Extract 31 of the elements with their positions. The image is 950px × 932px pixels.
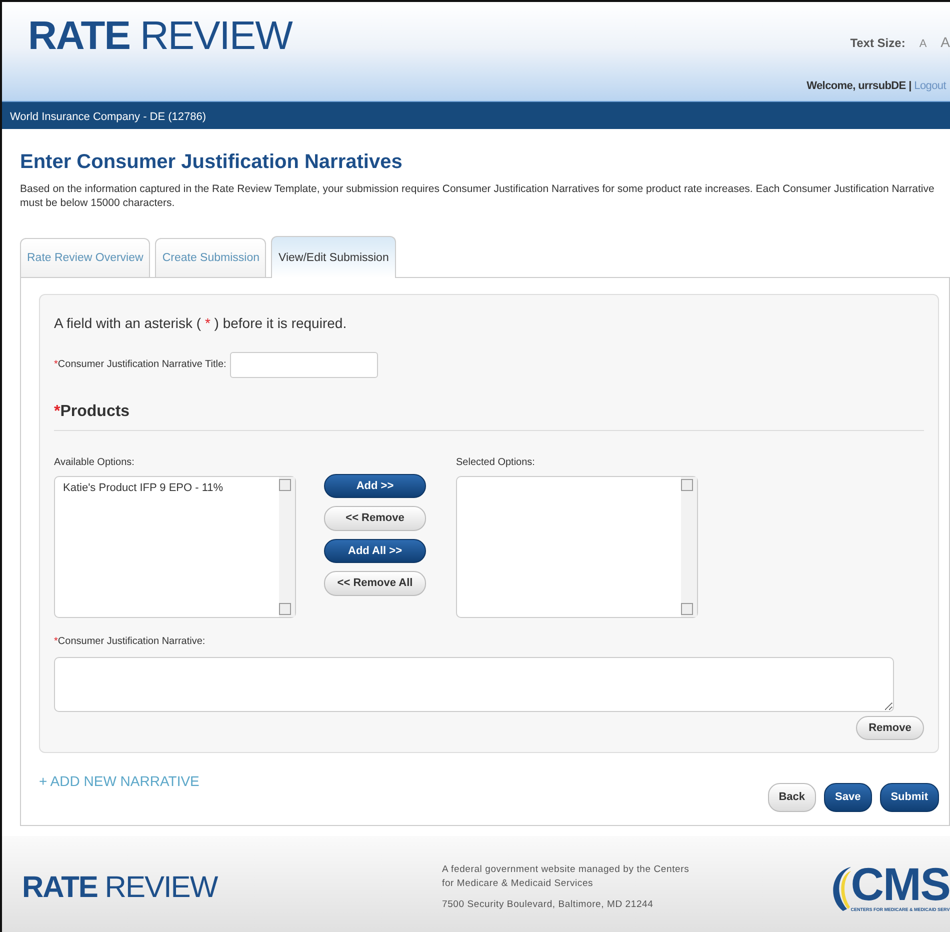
site-logo: RATE REVIEW — [28, 16, 292, 56]
narrative-textarea[interactable] — [54, 656, 894, 712]
action-button[interactable]: Submit — [880, 783, 939, 812]
action-button[interactable]: Back — [768, 783, 816, 812]
required-note: A field with an asterisk ( * ) before it is required. — [54, 314, 348, 333]
action-button[interactable]: Save — [824, 783, 872, 812]
listbox[interactable]: Katie's Product IFP 9 EPO - 11% — [54, 476, 296, 618]
field-label: *Consumer Justification Narrative: — [54, 634, 206, 649]
cms-logo-text: CMS — [850, 861, 950, 908]
field-label: *Consumer Justification Narrative Title: — [54, 358, 226, 372]
text-size-label: Text Size: — [850, 35, 906, 52]
footer-logo: RATE REVIEW — [22, 872, 219, 903]
organization-bar: World Insurance Company - DE (12786) — [2, 101, 950, 129]
listbox[interactable] — [456, 476, 698, 618]
title-input[interactable] — [230, 352, 378, 378]
list-option[interactable]: Katie's Product IFP 9 EPO - 11% — [63, 480, 271, 496]
section-heading: *Products — [54, 400, 924, 431]
remove-button[interactable]: Remove — [856, 716, 924, 740]
move-button[interactable]: << Remove All — [324, 571, 426, 596]
move-button[interactable]: << Remove — [324, 506, 426, 531]
footer-address: 7500 Security Boulevard, Baltimore, MD 21244 — [442, 898, 654, 912]
welcome-text: Welcome, urrsubDE — [806, 80, 906, 92]
page-title: Enter Consumer Justification Narratives — [20, 150, 404, 175]
tab[interactable]: View/Edit Submission — [271, 236, 396, 278]
footer-text: A federal government website managed by the Centers for Medicare & Medicaid Services — [442, 862, 690, 890]
field-label: Selected Options: — [456, 456, 536, 470]
field-label: Available Options: — [54, 456, 136, 470]
separator: | — [908, 80, 912, 92]
move-button[interactable]: Add All >> — [324, 538, 426, 564]
move-button[interactable]: Add >> — [324, 474, 426, 498]
page-description: Based on the information captured in the Rate Review Template, your submission requires Consumer Justification Narratives for some product rate increases. Each Consumer Justification Narrative must be below 15000 characters. — [20, 183, 936, 210]
